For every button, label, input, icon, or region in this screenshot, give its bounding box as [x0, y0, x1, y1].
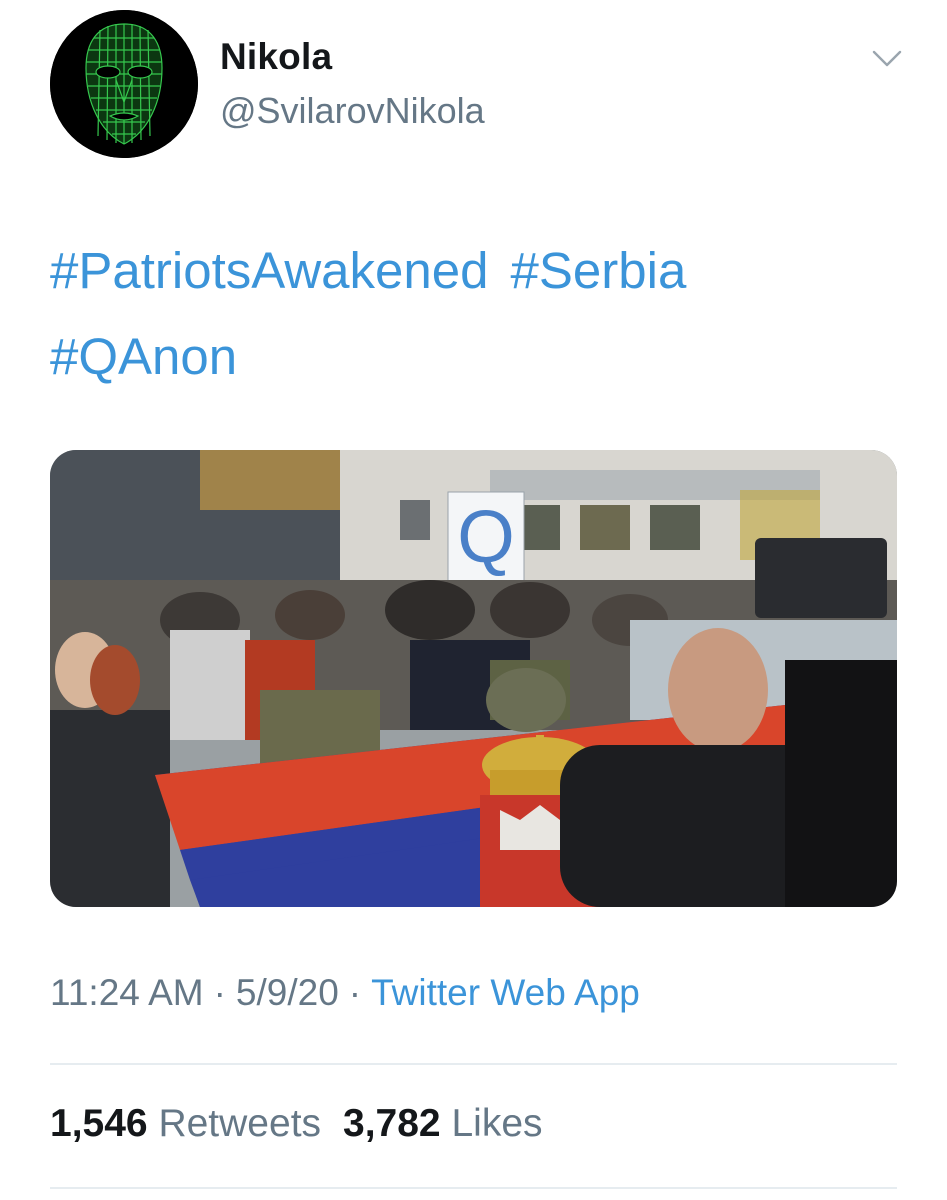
likes-label: Likes — [451, 1102, 543, 1145]
tweet-stats: 1,546 Retweets 3,782 Likes — [50, 1102, 565, 1146]
retweets-label: Retweets — [158, 1102, 322, 1145]
divider — [50, 1187, 897, 1189]
display-name[interactable]: Nikola — [220, 36, 332, 78]
hashtag-link[interactable]: #PatriotsAwakened — [50, 228, 489, 314]
tweet-card: Nikola @SvilarovNikola #PatriotsAwakened… — [0, 0, 947, 1200]
meta-separator: · — [348, 972, 362, 1013]
hashtag-link[interactable]: #QAnon — [50, 314, 237, 400]
green-wireframe-face-icon — [50, 10, 198, 158]
likes-count: 3,782 — [343, 1102, 441, 1145]
tweet-date[interactable]: 5/9/20 — [236, 972, 339, 1013]
tweet-time[interactable]: 11:24 AM — [50, 972, 204, 1013]
tweet-meta: 11:24 AM · 5/9/20 · Twitter Web App — [50, 972, 640, 1014]
tweet-source-link[interactable]: Twitter Web App — [371, 972, 640, 1013]
protest-crowd-photo: Q — [50, 450, 897, 907]
divider — [50, 1063, 897, 1065]
retweets-stat[interactable]: 1,546 Retweets — [50, 1102, 321, 1146]
user-handle[interactable]: @SvilarovNikola — [220, 90, 485, 132]
hashtag-link[interactable]: #Serbia — [511, 228, 687, 314]
likes-stat[interactable]: 3,782 Likes — [343, 1102, 543, 1146]
q-sign-text: Q — [457, 495, 515, 578]
tweet-text: #PatriotsAwakened #Serbia #QAnon — [50, 228, 900, 400]
avatar[interactable] — [50, 10, 198, 158]
tweet-media-image[interactable]: Q — [50, 450, 897, 907]
retweets-count: 1,546 — [50, 1102, 148, 1145]
meta-separator: · — [213, 972, 226, 1013]
chevron-down-icon[interactable] — [870, 46, 904, 70]
